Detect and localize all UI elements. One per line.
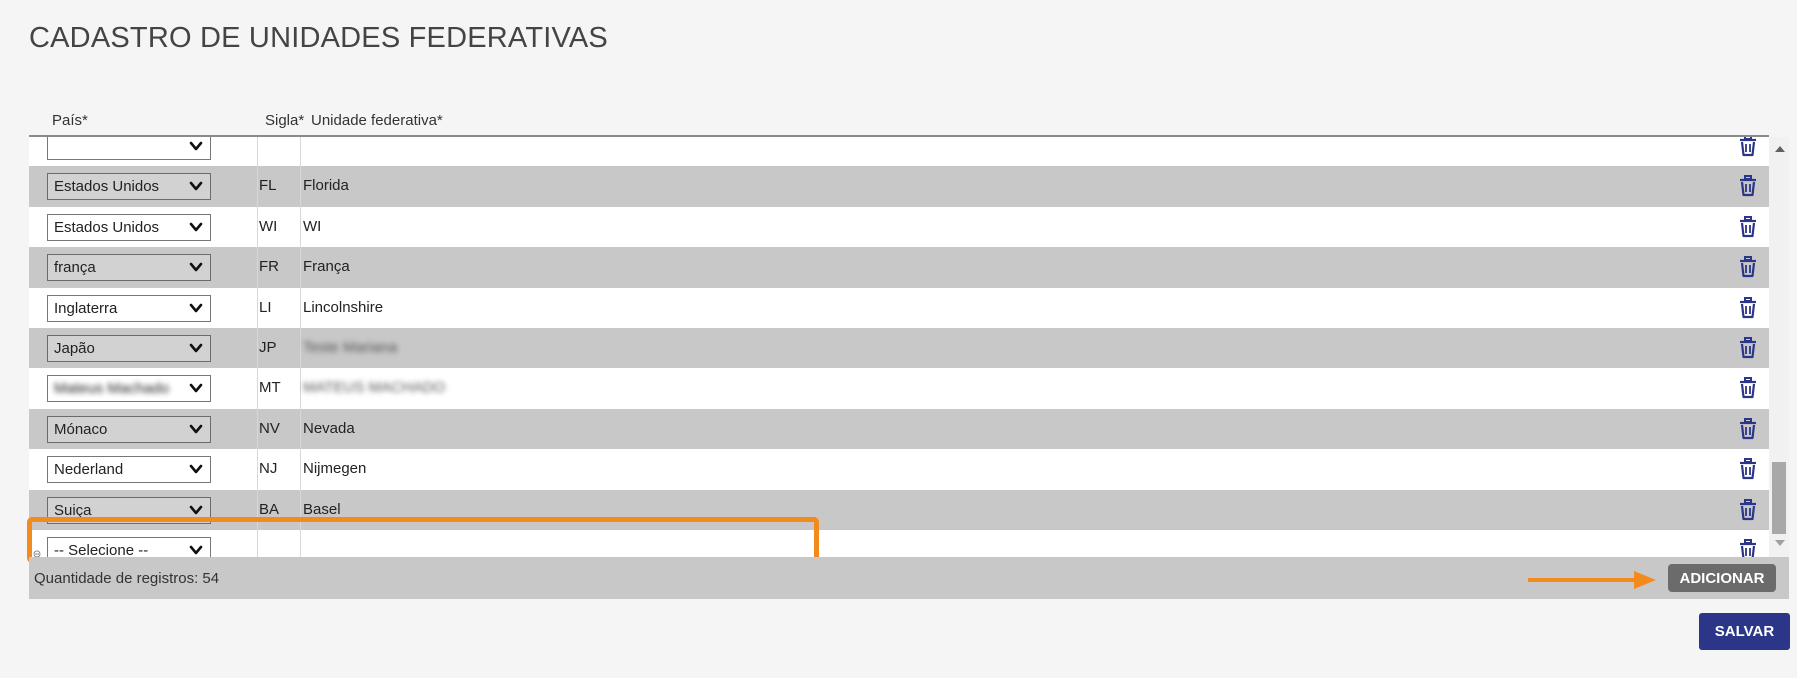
grid-footer: Quantidade de registros: 54 ADICIONAR [29,557,1789,599]
country-select[interactable]: Estados Unidos [47,213,211,241]
sigla-field[interactable]: NV [259,420,280,437]
uf-name-field[interactable]: Teste Mariana [303,339,397,356]
uf-name-field[interactable]: Nijmegen [303,460,366,477]
uf-name-field[interactable]: MATEUS MACHADO [303,379,445,396]
table-row: Estados Unidos WI WI [29,206,1769,248]
row-expander-icon[interactable] [33,545,41,557]
scroll-thumb[interactable] [1772,462,1786,534]
sigla-column-cell [257,137,301,167]
country-select[interactable]: -- Selecione -- [47,536,211,557]
country-select-value: Inglaterra [54,299,118,317]
scroll-down-arrow-icon[interactable] [1775,540,1785,546]
country-select-value: Nederland [54,461,124,479]
country-select[interactable] [47,137,211,160]
country-select-value: Suiça [54,501,92,519]
trash-icon[interactable] [1739,175,1757,197]
table-row: Suiça BA Basel [29,489,1769,530]
trash-icon[interactable] [1739,336,1757,359]
new-table-row: -- Selecione -- [29,529,1769,557]
trash-icon[interactable] [1739,417,1757,440]
country-select[interactable]: Estados Unidos [47,173,211,201]
grid-scrollbar[interactable] [1769,137,1789,557]
country-select[interactable]: Japão [47,334,211,362]
column-header-uf[interactable]: Unidade federativa* [311,112,443,129]
trash-icon[interactable] [1739,215,1757,238]
arrow-right-icon [1528,571,1656,589]
uf-name-field[interactable]: Florida [303,177,349,194]
table-row: Nederland NJ Nijmegen [29,449,1769,490]
country-select[interactable]: Suiça [47,496,211,524]
country-select-value: Japão [54,339,95,357]
table-row: Mónaco NV Nevada [29,408,1769,450]
trash-icon[interactable] [1739,256,1757,278]
uf-name-field[interactable]: Lincolnshire [303,299,383,316]
uf-name-field[interactable]: França [303,258,350,275]
table-row: Mateus Machado MT MATEUS MACHADO [29,368,1769,409]
country-select-value: Mateus Machado [54,380,170,398]
scroll-up-arrow-icon[interactable] [1775,146,1785,152]
record-count: Quantidade de registros: 54 [34,570,220,587]
trash-icon[interactable] [1739,377,1757,399]
trash-icon[interactable] [1739,296,1757,319]
country-select-value: -- Selecione -- [54,541,149,557]
column-header-pais[interactable]: País* [52,112,88,129]
trash-icon[interactable] [1739,458,1757,480]
save-button[interactable]: SALVAR [1699,613,1790,650]
sigla-field[interactable]: WI [259,218,277,235]
country-select-value: Estados Unidos [54,178,160,196]
country-select[interactable]: frança [47,254,211,282]
trash-icon[interactable] [1739,538,1757,557]
column-headers: País* Sigla* Unidade federativa* [29,112,1769,136]
country-select-value: Mónaco [54,420,108,438]
sigla-field[interactable]: LI [259,299,272,316]
page-title: CADASTRO DE UNIDADES FEDERATIVAS [29,22,608,54]
column-header-sigla[interactable]: Sigla* [265,112,304,129]
table-row: frança FR França [29,247,1769,288]
uf-name-field[interactable]: Basel [303,501,341,518]
table-row: Japão JP Teste Mariana [29,327,1769,369]
country-select[interactable]: Mónaco [47,415,211,443]
trash-icon[interactable] [1739,137,1757,157]
uf-name-field[interactable]: WI [303,218,321,235]
grid-rows: Estados Unidos FL Florida Estados Unidos WI W… [29,137,1769,557]
country-select-value: Estados Unidos [54,218,160,236]
sigla-field[interactable]: NJ [259,460,277,477]
sigla-column-cell [257,529,301,557]
sigla-field[interactable]: FR [259,258,279,275]
country-select[interactable]: Mateus Machado [47,375,211,403]
table-row: Estados Unidos FL Florida [29,166,1769,207]
sigla-field[interactable]: BA [259,501,279,518]
table-row [29,137,1769,167]
country-select[interactable]: Nederland [47,456,211,484]
country-select[interactable]: Inglaterra [47,294,211,322]
sigla-field[interactable]: MT [259,379,281,396]
sigla-field[interactable]: FL [259,177,277,194]
table-row: Inglaterra LI Lincolnshire [29,287,1769,328]
sigla-field[interactable]: JP [259,339,277,356]
trash-icon[interactable] [1739,498,1757,521]
states-grid: Estados Unidos FL Florida Estados Unidos WI W… [29,137,1769,557]
uf-name-field[interactable]: Nevada [303,420,355,437]
add-button[interactable]: ADICIONAR [1668,564,1776,592]
country-select-value: frança [54,259,96,277]
